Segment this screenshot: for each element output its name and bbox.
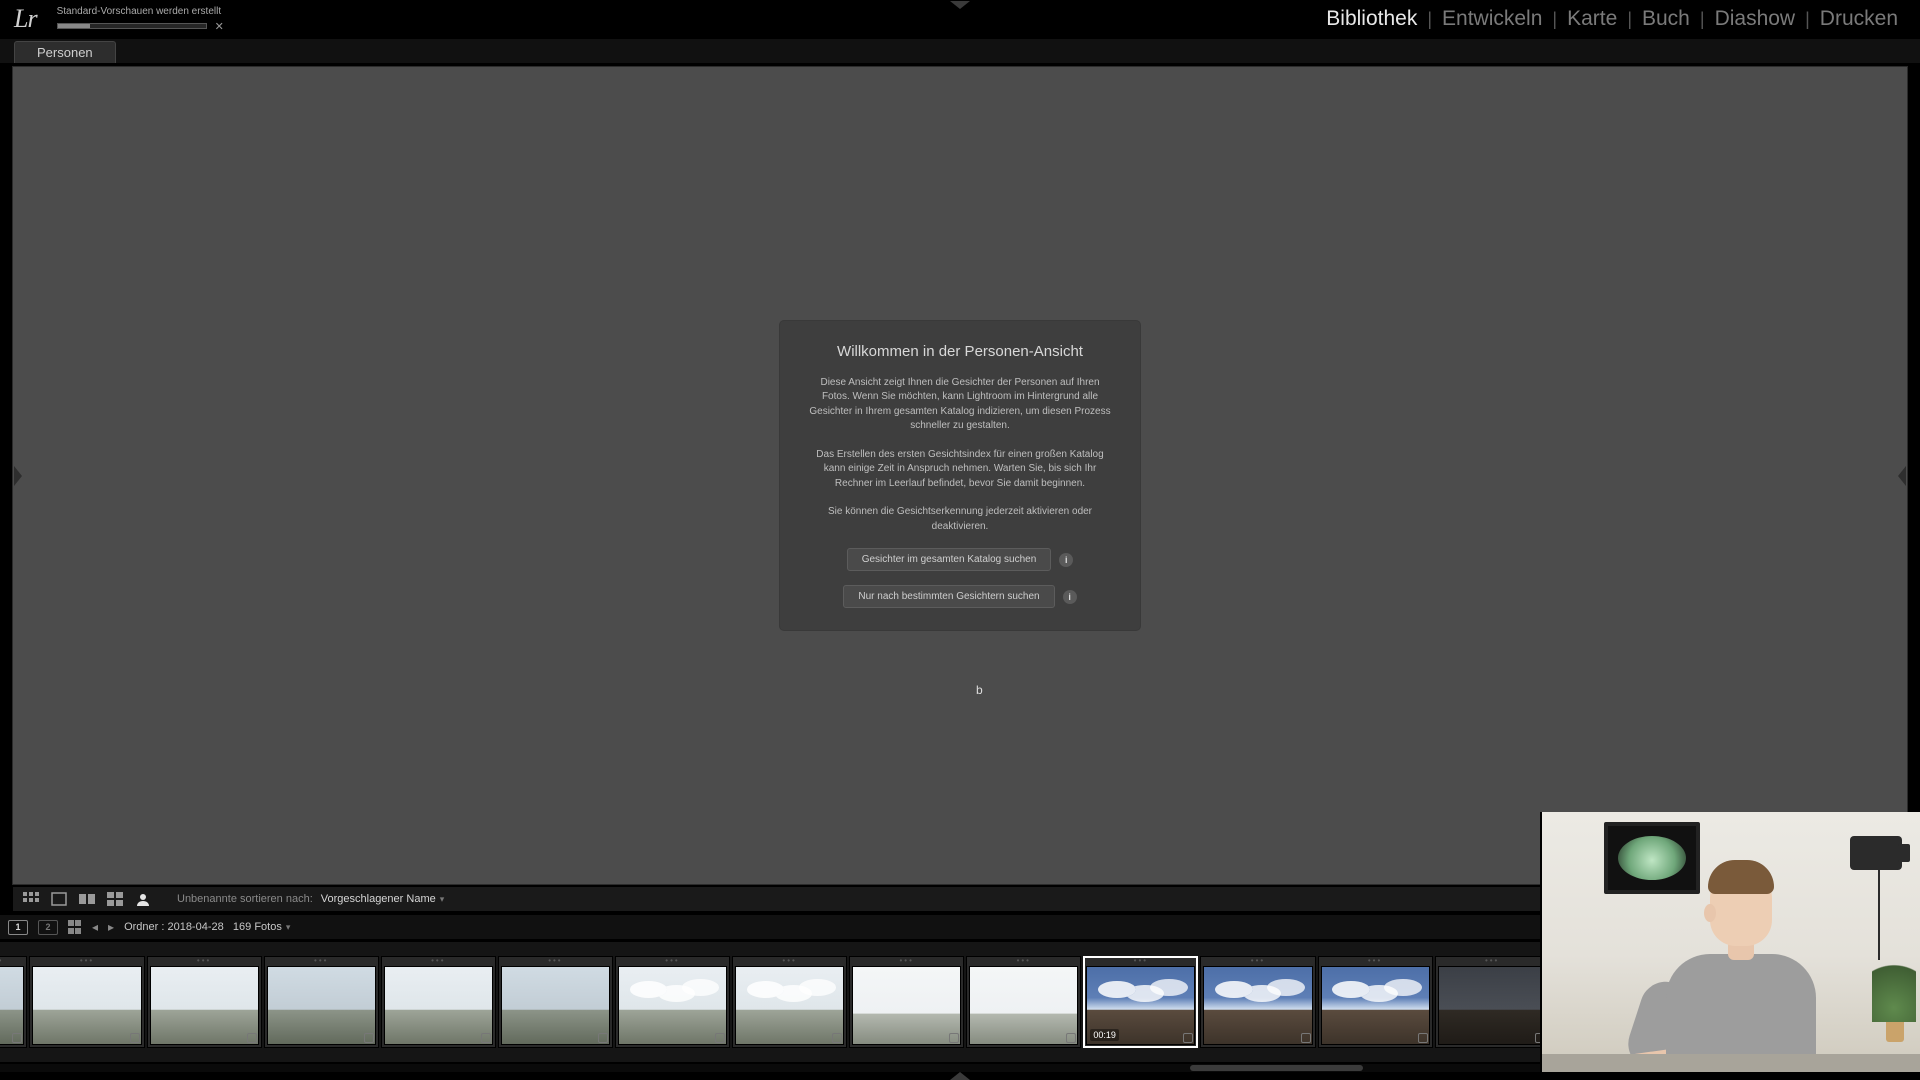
activity-indicator: Standard-Vorschauen werden erstellt ✕ bbox=[57, 6, 224, 33]
main-window-button[interactable]: 1 bbox=[8, 920, 28, 935]
nav-back-button[interactable]: ◂ bbox=[92, 920, 98, 934]
filmstrip-thumbnail[interactable]: ••• bbox=[849, 956, 964, 1048]
module-separator: | bbox=[1694, 9, 1711, 30]
grid-view-icon[interactable] bbox=[21, 891, 41, 907]
grid-source-icon[interactable] bbox=[68, 920, 82, 934]
plant-prop bbox=[1872, 952, 1916, 1042]
module-entwickeln[interactable]: Entwickeln bbox=[1438, 7, 1546, 31]
activity-progress-bar bbox=[57, 23, 207, 29]
webcam-overlay bbox=[1540, 812, 1920, 1072]
sort-label: Unbenannte sortieren nach: bbox=[177, 893, 313, 905]
dialog-paragraph-3: Sie können die Gesichtserkennung jederze… bbox=[806, 505, 1114, 534]
activity-label: Standard-Vorschauen werden erstellt bbox=[57, 6, 224, 17]
info-icon[interactable]: i bbox=[1063, 590, 1077, 604]
top-panel-collapse-grip[interactable] bbox=[946, 0, 974, 10]
title-bar: Lr Standard-Vorschauen werden erstellt ✕… bbox=[0, 0, 1920, 38]
filmstrip-thumbnail[interactable]: ••• bbox=[29, 956, 144, 1048]
filmstrip-thumbnail[interactable]: ••• bbox=[615, 956, 730, 1048]
people-welcome-dialog: Willkommen in der Personen-Ansicht Diese… bbox=[780, 321, 1140, 631]
view-tab-strip: Personen bbox=[0, 38, 1920, 64]
second-window-button[interactable]: 2 bbox=[38, 920, 58, 935]
loupe-view-icon[interactable] bbox=[49, 891, 69, 907]
find-faces-as-needed-button[interactable]: Nur nach bestimmten Gesichtern suchen bbox=[843, 585, 1054, 608]
module-buch[interactable]: Buch bbox=[1638, 7, 1694, 31]
filmstrip-thumbnail[interactable]: ••• bbox=[381, 956, 496, 1048]
find-faces-entire-catalog-button[interactable]: Gesichter im gesamten Katalog suchen bbox=[847, 548, 1052, 571]
nav-forward-button[interactable]: ▸ bbox=[108, 920, 114, 934]
activity-close-button[interactable]: ✕ bbox=[215, 20, 224, 33]
main-content-area: Willkommen in der Personen-Ansicht Diese… bbox=[12, 66, 1908, 885]
info-icon[interactable]: i bbox=[1059, 553, 1073, 567]
left-panel-grip[interactable] bbox=[13, 462, 23, 490]
app-logo: Lr bbox=[0, 4, 51, 34]
filmstrip-thumbnail[interactable]: •••00:19 bbox=[1083, 956, 1198, 1048]
tab-personen[interactable]: Personen bbox=[14, 41, 116, 63]
module-separator: | bbox=[1621, 9, 1638, 30]
module-separator: | bbox=[1546, 9, 1563, 30]
bottom-panel-collapse-grip[interactable] bbox=[946, 1072, 974, 1080]
module-bibliothek[interactable]: Bibliothek bbox=[1322, 7, 1421, 31]
filmstrip-thumbnail[interactable]: ••• bbox=[732, 956, 847, 1048]
filmstrip-thumbnail[interactable]: ••• bbox=[0, 956, 27, 1048]
module-diashow[interactable]: Diashow bbox=[1711, 7, 1800, 31]
presenter bbox=[1632, 852, 1852, 1072]
camera-prop bbox=[1850, 836, 1902, 870]
module-drucken[interactable]: Drucken bbox=[1816, 7, 1902, 31]
filmstrip-thumbnail[interactable]: ••• bbox=[498, 956, 613, 1048]
dialog-paragraph-2: Das Erstellen des ersten Gesichtsindex f… bbox=[806, 448, 1114, 492]
right-panel-grip[interactable] bbox=[1897, 462, 1907, 490]
compare-view-icon[interactable] bbox=[77, 891, 97, 907]
filmstrip-thumbnail[interactable]: ••• bbox=[1318, 956, 1433, 1048]
source-breadcrumb[interactable]: Ordner : 2018-04-28 169 Fotos▾ bbox=[124, 921, 290, 933]
filmstrip-thumbnail[interactable]: ••• bbox=[1435, 956, 1550, 1048]
survey-view-icon[interactable] bbox=[105, 891, 125, 907]
filmstrip-thumbnail[interactable]: ••• bbox=[966, 956, 1081, 1048]
people-view-icon[interactable] bbox=[133, 891, 153, 907]
module-separator: | bbox=[1421, 9, 1438, 30]
filmstrip-thumbnail[interactable]: ••• bbox=[1200, 956, 1315, 1048]
filmstrip-thumbnail[interactable]: ••• bbox=[264, 956, 379, 1048]
dialog-paragraph-1: Diese Ansicht zeigt Ihnen die Gesichter … bbox=[806, 376, 1114, 434]
module-karte[interactable]: Karte bbox=[1563, 7, 1621, 31]
filmstrip-scrollbar-thumb[interactable] bbox=[1190, 1065, 1363, 1071]
sort-value[interactable]: Vorgeschlagener Name▾ bbox=[321, 893, 445, 905]
text-cursor: b bbox=[976, 683, 983, 697]
filmstrip-thumbnail[interactable]: ••• bbox=[147, 956, 262, 1048]
module-separator: | bbox=[1799, 9, 1816, 30]
module-picker: Bibliothek|Entwickeln|Karte|Buch|Diashow… bbox=[1322, 7, 1920, 31]
dialog-title: Willkommen in der Personen-Ansicht bbox=[806, 343, 1114, 360]
